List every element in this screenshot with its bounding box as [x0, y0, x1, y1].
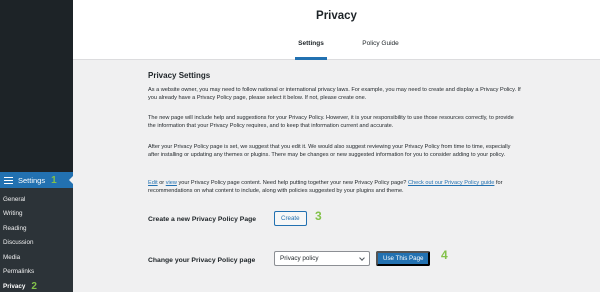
step-marker-1: 1	[51, 174, 57, 186]
review-paragraph: After your Privacy Policy page is set, w…	[148, 144, 511, 159]
step-marker-3: 3	[315, 209, 322, 223]
create-button[interactable]: Create	[274, 211, 307, 226]
privacy-page-select[interactable]: Privacy policy	[274, 251, 370, 266]
submenu-item-label: Reading	[3, 224, 27, 232]
sidebar-item-settings[interactable]: Settings 1	[0, 172, 73, 188]
responsibility-paragraph: The new page will include help and sugge…	[148, 115, 514, 130]
submenu-item-privacy[interactable]: Privacy 2	[0, 279, 73, 292]
tab-bar: Settings Policy Guide	[73, 40, 600, 60]
step-marker-2: 2	[31, 280, 37, 292]
tab-settings[interactable]: Settings	[295, 40, 327, 60]
chevron-down-icon	[359, 255, 365, 261]
change-page-label: Change your Privacy Policy page	[148, 257, 256, 264]
settings-sliders-icon	[4, 176, 13, 184]
page-header: Privacy Settings Policy Guide	[73, 0, 600, 60]
edit-link[interactable]: Edit	[148, 180, 158, 186]
submenu-item-discussion[interactable]: Discussion	[0, 236, 73, 251]
submenu-item-label: General	[3, 195, 26, 203]
submenu-item-writing[interactable]: Writing	[0, 207, 73, 222]
submenu-item-reading[interactable]: Reading	[0, 221, 73, 236]
help-paragraph: Edit or view your Privacy Policy page co…	[148, 179, 523, 196]
submenu-item-label: Media	[3, 253, 21, 261]
submenu-item-label: Discussion	[3, 239, 34, 247]
help-text: your Privacy Policy page content. Need h…	[176, 180, 408, 186]
submenu-item-label: Writing	[3, 210, 23, 218]
submenu-item-permalinks[interactable]: Permalinks	[0, 265, 73, 280]
view-link[interactable]: view	[166, 180, 177, 186]
create-page-label: Create a new Privacy Policy Page	[148, 216, 257, 223]
tab-policy-guide[interactable]: Policy Guide	[358, 40, 403, 60]
page-title: Privacy	[316, 10, 357, 22]
current-menu-arrow	[69, 176, 73, 184]
intro-paragraph: As a website owner, you may need to foll…	[148, 87, 521, 102]
settings-submenu: General Writing Reading Discussion Media…	[0, 188, 73, 292]
policy-guide-link[interactable]: Check out our Privacy Policy guide	[408, 180, 494, 186]
step-marker-4: 4	[441, 248, 448, 262]
submenu-item-media[interactable]: Media	[0, 250, 73, 265]
submenu-item-label: Permalinks	[3, 268, 35, 276]
select-value: Privacy policy	[280, 255, 319, 262]
section-heading: Privacy Settings	[148, 71, 211, 80]
submenu-item-label: Privacy	[3, 282, 26, 290]
use-this-page-button[interactable]: Use This Page	[376, 251, 431, 266]
submenu-item-general[interactable]: General	[0, 192, 73, 207]
or-text: or	[157, 180, 166, 186]
sidebar-item-label: Settings	[18, 175, 46, 185]
